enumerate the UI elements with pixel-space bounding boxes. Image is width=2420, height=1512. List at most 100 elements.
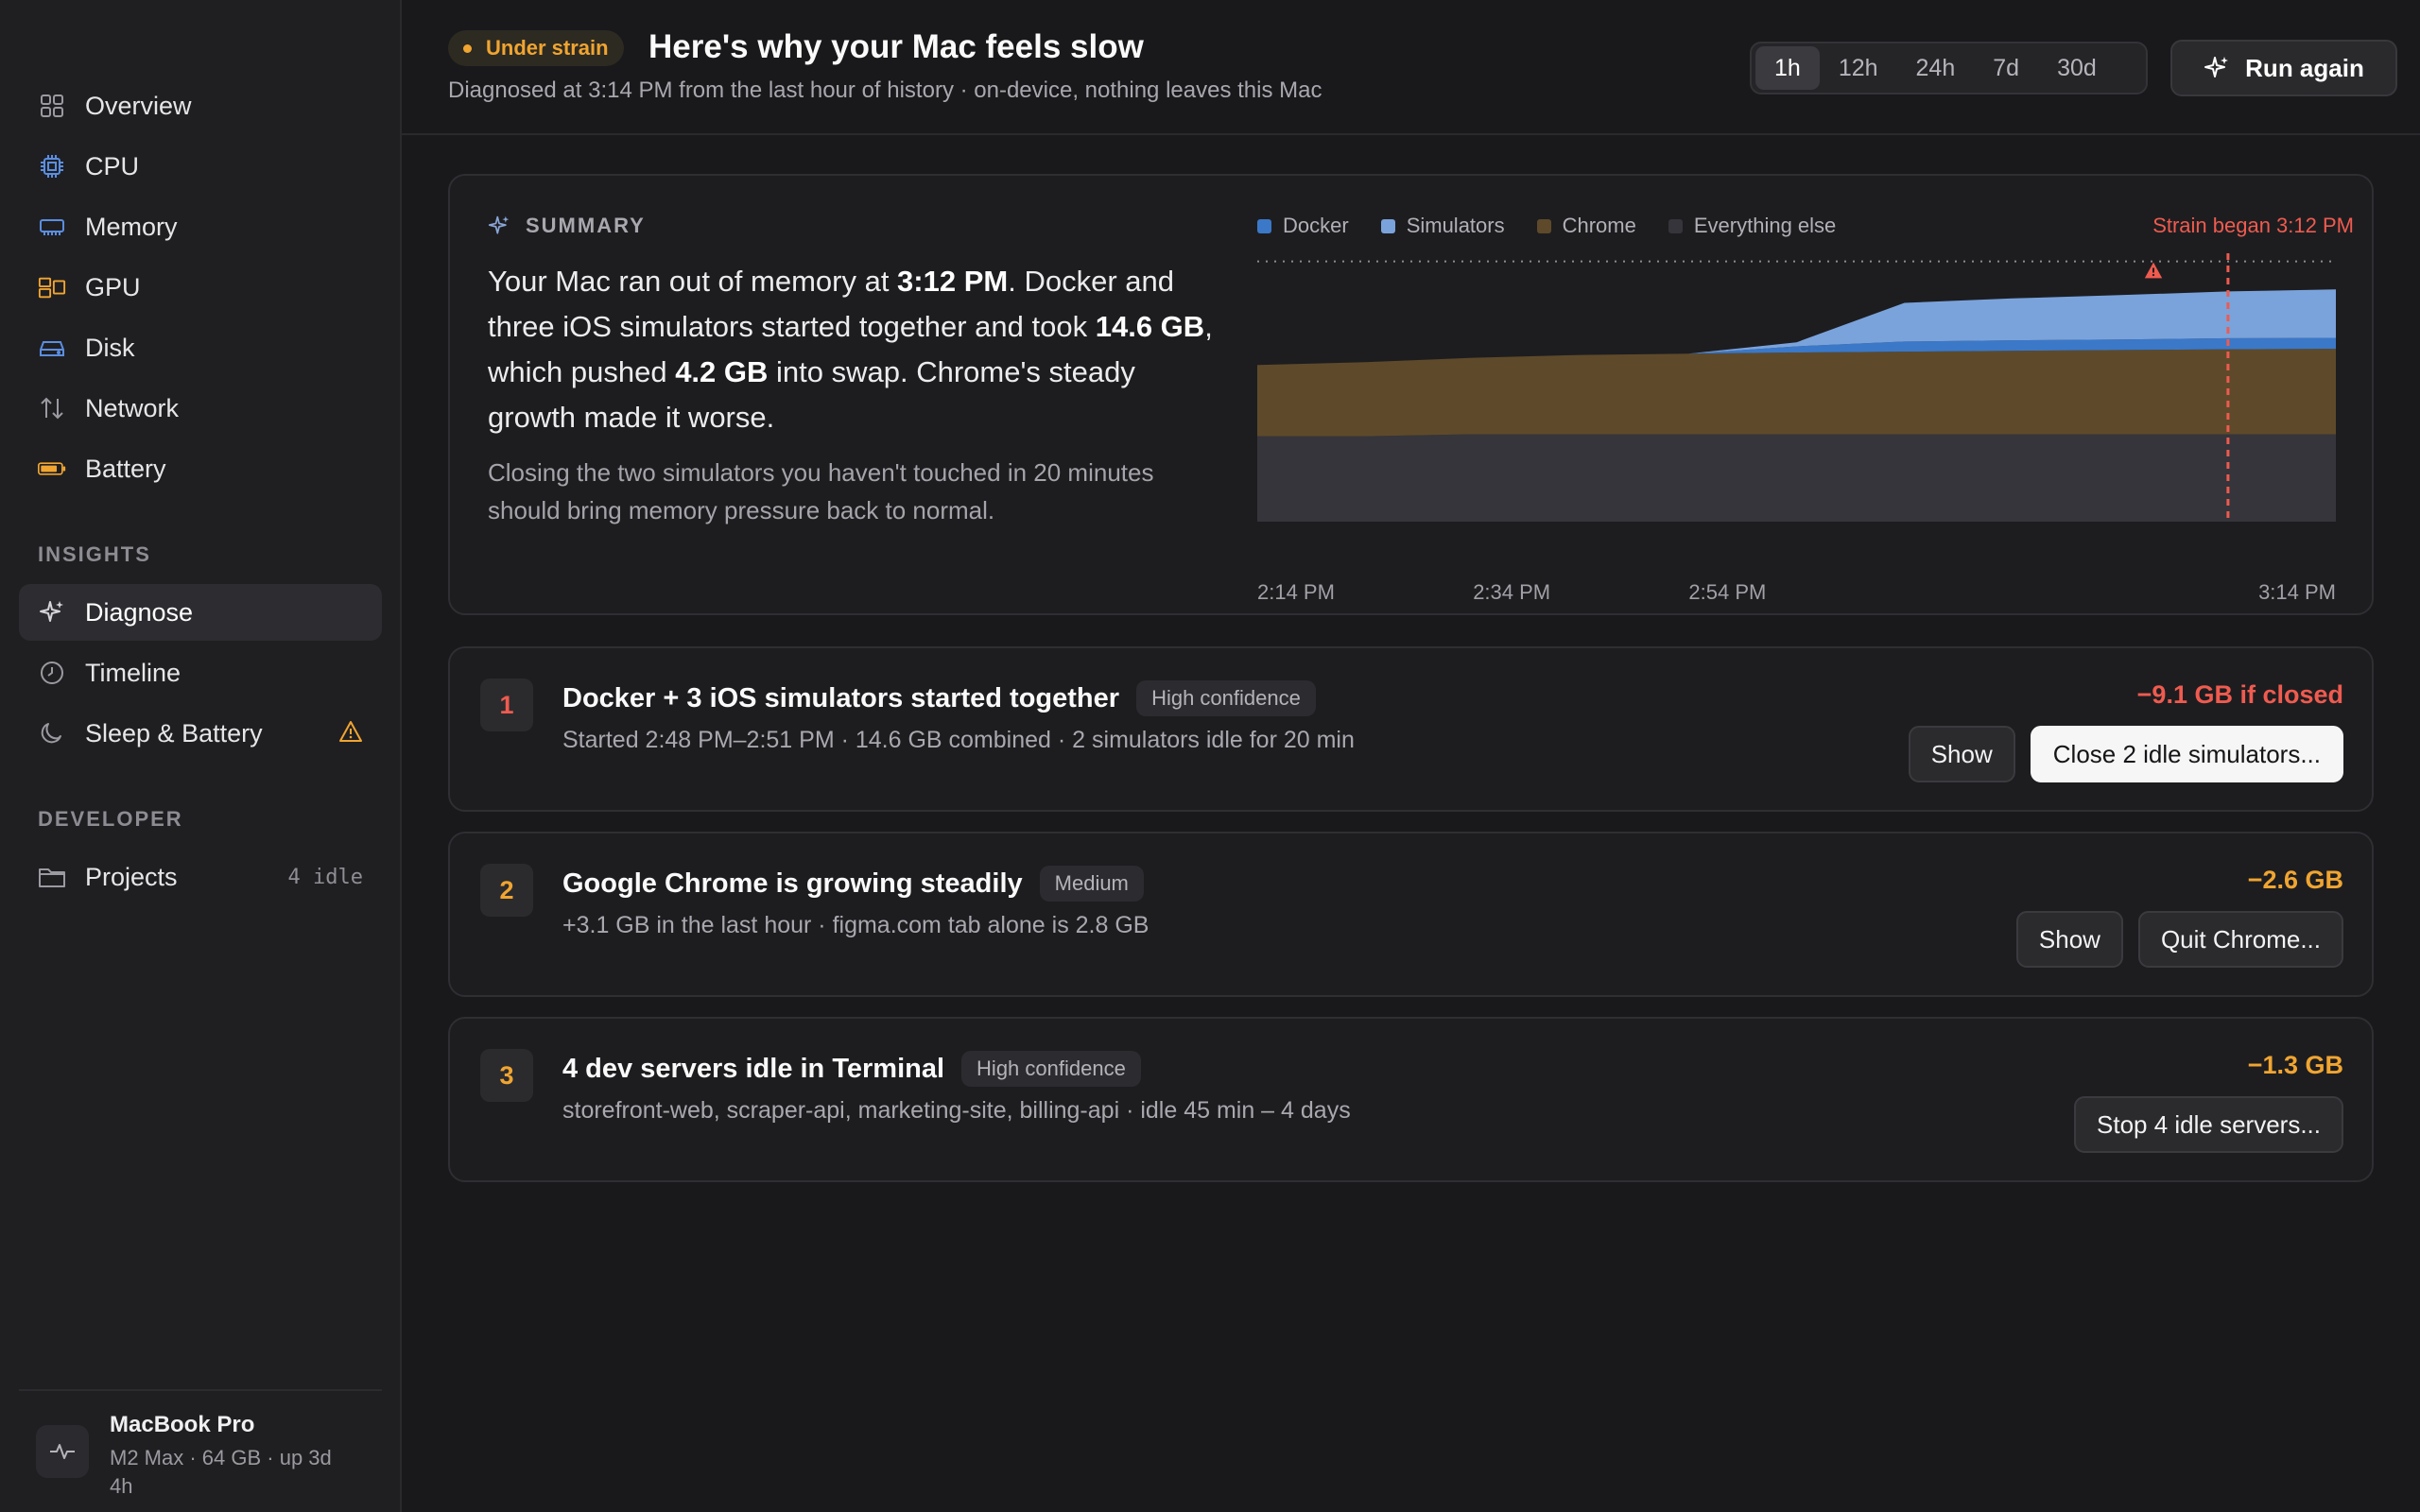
sidebar-item-label: Battery <box>85 454 166 483</box>
idle-count: 4 idle <box>287 865 363 889</box>
x-tick-label: 3:14 PM <box>2258 580 2336 604</box>
issue-card-3: 3 4 dev servers idle in Terminal High co… <box>448 1017 2374 1182</box>
sidebar-item-label: Projects <box>85 862 178 891</box>
device-info[interactable]: MacBook Pro M2 Max · 64 GB · up 3d 4h <box>19 1389 382 1512</box>
legend-label: Simulators <box>1406 214 1505 237</box>
range-7d[interactable]: 7d <box>1974 46 2038 90</box>
issue-description: +3.1 GB in the last hour · figma.com tab… <box>562 912 1150 938</box>
sidebar-item-gpu[interactable]: GPU <box>19 259 382 316</box>
disk-icon <box>38 334 66 362</box>
issue-title: Docker + 3 iOS simulators started togeth… <box>562 680 1316 716</box>
page-subtitle: Diagnosed at 3:14 PM from the last hour … <box>448 77 1322 103</box>
sidebar-item-label: Sleep & Battery <box>85 718 263 747</box>
x-tick-label: 2:14 PM <box>1257 580 1335 604</box>
range-1h[interactable]: 1h <box>1755 46 1820 90</box>
issue-actions: Stop 4 idle servers... <box>2059 1096 2343 1153</box>
sidebar-section-developer: DEVELOPER <box>38 807 183 831</box>
legend-item: Chrome <box>1536 214 1636 238</box>
issue-description: storefront-web, scraper-api, marketing-s… <box>562 1097 1351 1124</box>
legend-swatch <box>1668 218 1683 233</box>
issue-title: 4 dev servers idle in Terminal High conf… <box>562 1051 1141 1087</box>
summary-highlight: 3:12 PM <box>897 265 1009 298</box>
run-again-button[interactable]: Run again <box>2170 40 2397 96</box>
summary-recommendation: Closing the two simulators you haven't t… <box>488 458 1154 524</box>
issue-title-text: 4 dev servers idle in Terminal <box>562 1053 945 1084</box>
cpu-icon <box>38 152 66 180</box>
issue-number: 2 <box>480 864 533 917</box>
stop-idle-servers-button[interactable]: Stop 4 idle servers... <box>2074 1096 2343 1153</box>
issue-actions: Show Close 2 idle simulators... <box>1893 726 2343 782</box>
issue-card-1: 1 Docker + 3 iOS simulators started toge… <box>448 646 2374 812</box>
run-again-label: Run again <box>2245 53 2364 82</box>
quit-chrome-button[interactable]: Quit Chrome... <box>2137 911 2343 968</box>
issue-title: Google Chrome is growing steadily Medium <box>562 866 1144 902</box>
confidence-badge: High confidence <box>961 1051 1141 1087</box>
issue-impact: −2.6 GB <box>2247 866 2343 894</box>
status-badge: Under strain <box>448 30 624 66</box>
sidebar-item-disk[interactable]: Disk <box>19 319 382 376</box>
warning-icon <box>338 720 363 749</box>
chart-legend: Docker Simulators Chrome Everything else <box>1257 214 1868 238</box>
show-button[interactable]: Show <box>2015 911 2123 968</box>
sparkle-icon <box>2204 55 2230 81</box>
legend-swatch <box>1380 218 1395 233</box>
device-name: MacBook Pro <box>110 1412 255 1437</box>
sidebar-item-label: Overview <box>85 91 192 120</box>
x-tick-label: 2:54 PM <box>1688 580 1767 604</box>
sidebar-item-battery[interactable]: Battery <box>19 440 382 497</box>
sidebar-item-timeline[interactable]: Timeline <box>19 644 382 701</box>
show-button[interactable]: Show <box>1908 726 2015 782</box>
activity-pulse-icon <box>36 1425 89 1478</box>
range-30d[interactable]: 30d <box>2038 46 2116 90</box>
sidebar-item-label: Memory <box>85 212 178 241</box>
summary-highlight: 4.2 GB <box>675 355 769 388</box>
sidebar-item-label: GPU <box>85 272 141 301</box>
memory-chart: Docker Simulators Chrome Everything else St… <box>1257 206 2354 604</box>
sidebar-item-network[interactable]: Network <box>19 380 382 437</box>
chart-plot <box>1257 253 2336 522</box>
legend-item: Docker <box>1257 214 1349 238</box>
summary-highlight: 14.6 GB <box>1095 310 1205 343</box>
strain-label: Strain began 3:12 PM <box>2143 214 2354 279</box>
sidebar-item-label: Diagnose <box>85 597 194 627</box>
sidebar-section-insights: INSIGHTS <box>38 542 151 566</box>
summary-fragment: Your Mac ran out of memory at <box>488 265 898 298</box>
battery-icon <box>38 455 66 483</box>
sidebar-item-projects[interactable]: Projects 4 idle <box>19 849 382 905</box>
range-24h[interactable]: 24h <box>1897 46 1975 90</box>
folder-icon <box>38 863 66 891</box>
issue-actions: Show Quit Chrome... <box>2001 911 2343 968</box>
close-idle-simulators-button[interactable]: Close 2 idle simulators... <box>2030 726 2343 782</box>
confidence-badge: Medium <box>1039 866 1144 902</box>
summary-label: SUMMARY <box>526 214 646 237</box>
range-12h[interactable]: 12h <box>1820 46 1897 90</box>
issue-impact: −1.3 GB <box>2247 1051 2343 1079</box>
sidebar-item-memory[interactable]: Memory <box>19 198 382 255</box>
legend-label: Everything else <box>1693 214 1837 237</box>
issue-description: Started 2:48 PM–2:51 PM · 14.6 GB combin… <box>562 727 1355 753</box>
sidebar-item-label: CPU <box>85 151 140 180</box>
sidebar-item-diagnose[interactable]: Diagnose <box>19 584 382 641</box>
summary-heading: SUMMARY <box>488 214 646 238</box>
sidebar-item-label: Timeline <box>85 658 182 687</box>
sidebar-item-overview[interactable]: Overview <box>19 77 382 134</box>
sidebar-item-sleep-battery[interactable]: Sleep & Battery <box>19 705 382 762</box>
issue-number: 3 <box>480 1049 533 1102</box>
area-everything-else <box>1257 434 2336 522</box>
legend-swatch <box>1257 218 1271 233</box>
device-spec: M2 Max · 64 GB · up 3d 4h <box>110 1446 332 1498</box>
x-tick-label: 2:34 PM <box>1473 580 1551 604</box>
sidebar-item-cpu[interactable]: CPU <box>19 138 382 195</box>
confidence-badge: High confidence <box>1136 680 1316 716</box>
issue-title-text: Google Chrome is growing steadily <box>562 868 1023 899</box>
legend-label: Docker <box>1283 214 1349 237</box>
memory-icon <box>38 213 66 241</box>
issue-number: 1 <box>480 679 533 731</box>
x-axis-ticks: 2:14 PM 2:34 PM 2:54 PM 3:14 PM <box>1257 580 2336 609</box>
sparkle-icon <box>38 598 66 627</box>
network-arrows-icon <box>38 394 66 422</box>
moon-icon <box>38 719 66 747</box>
sidebar-item-label: Network <box>85 393 180 422</box>
legend-item: Everything else <box>1668 214 1836 238</box>
issue-impact: −9.1 GB if closed <box>2136 680 2343 709</box>
